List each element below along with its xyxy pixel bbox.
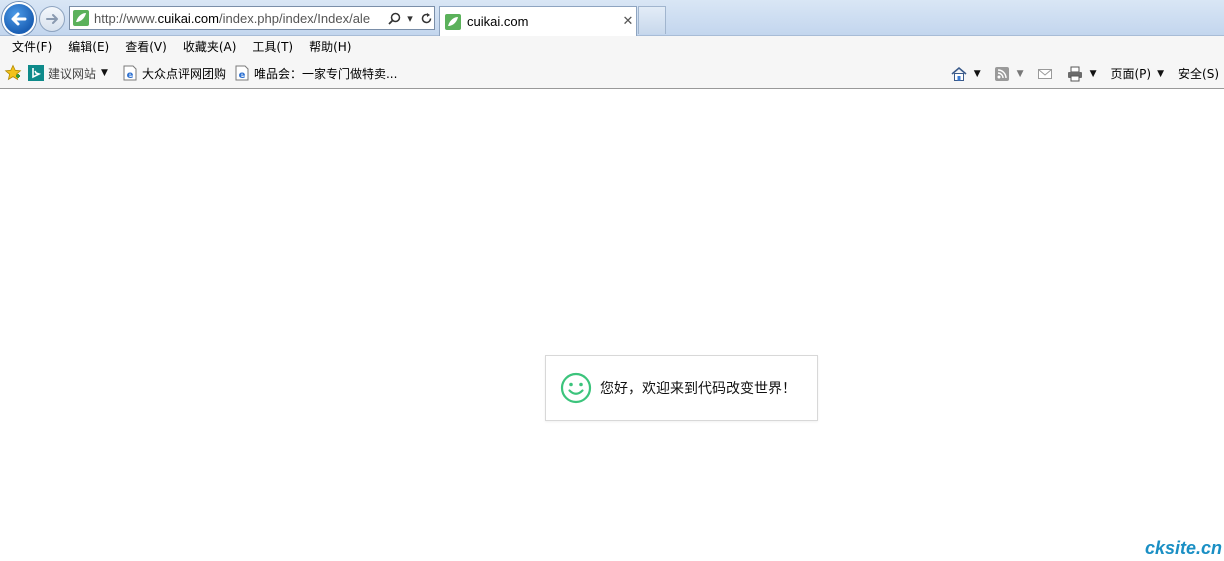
printer-icon — [1067, 66, 1082, 81]
svg-text:e: e — [239, 70, 246, 81]
tab-title: cuikai.com — [467, 14, 529, 29]
ie-page-icon: e — [235, 65, 249, 81]
close-tab-icon[interactable]: ✕ — [620, 14, 636, 29]
home-icon — [951, 66, 967, 81]
dropdown-caret-icon[interactable]: ▼ — [1157, 69, 1164, 79]
url-path: /index.php/index/Index/ale — [219, 10, 371, 26]
page-menu-button[interactable]: 页面(P) ▼ — [1110, 65, 1164, 82]
smiley-face-icon — [560, 372, 592, 404]
read-mail-button[interactable] — [1036, 65, 1054, 83]
site-favicon-icon — [73, 10, 89, 26]
suggested-sites-label: 建议网站 — [48, 66, 97, 81]
print-button[interactable]: ▼ — [1066, 65, 1097, 83]
bing-icon — [28, 65, 44, 81]
watermark: cksite.cn — [1144, 538, 1222, 558]
menu-view[interactable]: 查看(V) — [117, 36, 175, 58]
forward-button[interactable] — [39, 6, 65, 32]
favorites-item-dianping[interactable]: e 大众点评网团购 — [122, 65, 226, 82]
new-tab-button[interactable] — [638, 6, 666, 34]
home-button[interactable]: ▼ — [950, 65, 981, 83]
menu-tools[interactable]: 工具(T) — [244, 36, 301, 58]
mail-icon — [1037, 68, 1052, 79]
alert-message: 您好，欢迎来到代码改变世界！ — [600, 381, 796, 397]
favorites-item-suggested-sites[interactable]: 建议网站 ▼ — [28, 65, 108, 82]
favorites-item-vip[interactable]: e 唯品会：一家专门做特卖... — [234, 65, 397, 82]
site-favicon-icon — [445, 13, 461, 30]
svg-text:e: e — [127, 70, 134, 81]
command-bar: ▼ ▼ ▼ 页面(P) ▼ 安全(S) — [950, 58, 1224, 89]
favorites-star-icon[interactable] — [4, 64, 22, 82]
url-prefix: http://www. — [94, 10, 158, 26]
favorites-item-label: 大众点评网团购 — [141, 66, 226, 81]
dropdown-caret-icon[interactable]: ▾ — [402, 9, 418, 27]
safety-menu-button[interactable]: 安全(S) — [1178, 65, 1219, 82]
browser-title-bar: http://www.cuikai.com/index.php/index/In… — [0, 0, 1224, 36]
menu-file[interactable]: 文件(F) — [4, 36, 60, 58]
menu-edit[interactable]: 编辑(E) — [60, 36, 117, 58]
back-button[interactable] — [2, 2, 36, 36]
menu-help[interactable]: 帮助(H) — [301, 36, 359, 58]
safety-menu-label: 安全(S) — [1178, 67, 1219, 81]
arrow-left-icon — [11, 12, 27, 26]
address-bar[interactable]: http://www.cuikai.com/index.php/index/In… — [69, 6, 435, 30]
menu-bar: 文件(F) 编辑(E) 查看(V) 收藏夹(A) 工具(T) 帮助(H) — [0, 36, 1224, 58]
arrow-right-icon — [46, 14, 58, 24]
refresh-icon[interactable] — [418, 9, 434, 27]
address-url[interactable]: http://www.cuikai.com/index.php/index/In… — [90, 11, 386, 26]
menu-favorites[interactable]: 收藏夹(A) — [175, 36, 245, 58]
dropdown-caret-icon[interactable]: ▼ — [1090, 69, 1097, 79]
dropdown-caret-icon[interactable]: ▼ — [1017, 69, 1024, 79]
page-menu-label: 页面(P) — [1110, 67, 1152, 81]
search-icon[interactable] — [386, 9, 402, 27]
ie-page-icon: e — [123, 65, 137, 81]
favorites-item-label: 唯品会：一家专门做特卖... — [253, 66, 398, 81]
dropdown-caret-icon[interactable]: ▼ — [974, 69, 981, 79]
welcome-alert: 您好，欢迎来到代码改变世界！ — [545, 355, 818, 421]
feeds-button[interactable]: ▼ — [993, 65, 1024, 83]
rss-icon — [994, 66, 1009, 81]
dropdown-caret-icon[interactable]: ▼ — [101, 68, 108, 78]
tab-cuikai[interactable]: cuikai.com ✕ — [439, 6, 637, 36]
url-domain: cuikai.com — [157, 10, 219, 26]
